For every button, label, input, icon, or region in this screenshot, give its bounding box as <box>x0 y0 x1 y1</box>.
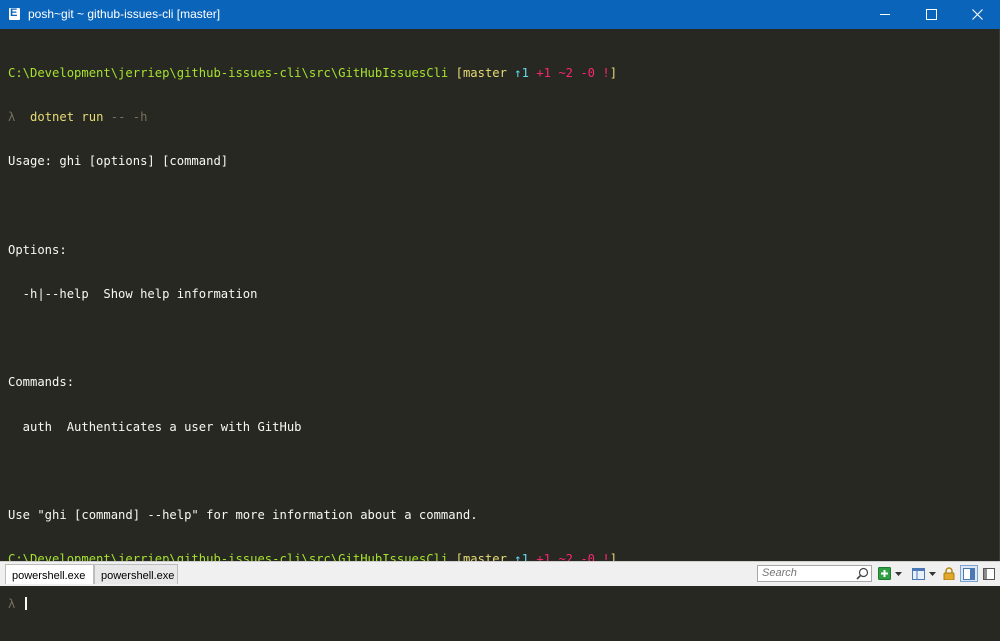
add-tab-dropdown[interactable] <box>893 565 903 582</box>
chevron-down-icon <box>894 571 902 576</box>
bottom-toolbar: powershell.exe powershell.exe <box>0 561 1000 586</box>
view-button[interactable] <box>910 565 926 582</box>
output-line: -h|--help Show help information <box>8 286 258 301</box>
console-area[interactable]: C:\Development\jerriep\github-issues-cli… <box>0 29 1000 611</box>
minimize-icon <box>880 14 890 15</box>
close-icon <box>971 9 983 20</box>
git-index-status: +1 ~2 -0 ! <box>528 65 610 80</box>
chevron-down-icon <box>928 571 936 576</box>
prompt-line: C:\Development\jerriep\github-issues-cli… <box>8 66 617 81</box>
maximize-button[interactable] <box>908 0 954 29</box>
lock-button[interactable] <box>942 565 956 582</box>
output-line: Options: <box>8 242 67 257</box>
minimize-button[interactable] <box>862 0 908 29</box>
title-bar[interactable]: E posh~git ~ github-issues-cli [master] <box>0 0 1000 29</box>
command-name: dotnet run <box>30 109 104 124</box>
search-box[interactable] <box>757 565 872 582</box>
window-title: posh~git ~ github-issues-cli [master] <box>28 7 221 21</box>
output-line: Commands: <box>8 375 75 390</box>
add-tab-button[interactable] <box>877 565 891 582</box>
input-line[interactable]: λ <box>8 596 617 612</box>
pane-icon <box>983 567 995 580</box>
pane-toggle-button[interactable] <box>960 565 978 582</box>
git-status-close: ] <box>609 65 618 80</box>
tab-powershell-1[interactable]: powershell.exe <box>5 564 94 584</box>
view-icon <box>911 567 925 580</box>
git-branch: master <box>462 65 507 80</box>
close-button[interactable] <box>954 0 1000 29</box>
view-dropdown[interactable] <box>927 565 937 582</box>
search-input[interactable] <box>762 567 852 579</box>
lambda-prompt: λ <box>8 596 16 611</box>
app-icon[interactable]: E <box>9 7 20 20</box>
pane-icon <box>963 567 975 580</box>
lambda-prompt: λ <box>8 109 16 124</box>
lock-icon <box>943 567 955 580</box>
output-line: Usage: ghi [options] [command] <box>8 154 229 168</box>
app-icon-letter: E <box>10 7 18 19</box>
tab-powershell-2[interactable]: powershell.exe <box>94 564 178 584</box>
split-pane-button[interactable] <box>981 565 997 582</box>
command-args: -- -h <box>103 109 148 124</box>
output-line: auth Authenticates a user with GitHub <box>8 419 302 434</box>
output-line: Use "ghi [command] --help" for more info… <box>8 508 478 522</box>
search-icon[interactable] <box>856 567 869 580</box>
command-line: λ dotnet run -- -h <box>8 110 617 125</box>
add-tab-icon <box>877 567 891 580</box>
git-status-open: [ <box>448 65 463 80</box>
git-ahead: ↑1 <box>506 65 529 80</box>
text-cursor <box>24 596 27 610</box>
maximize-icon <box>925 9 937 20</box>
console-output: C:\Development\jerriep\github-issues-cli… <box>8 36 617 641</box>
prompt-path: C:\Development\jerriep\github-issues-cli… <box>8 65 449 80</box>
